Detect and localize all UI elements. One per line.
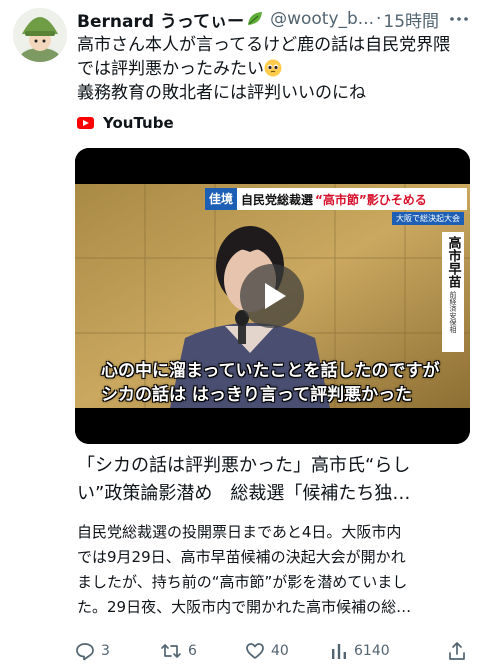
repost-count: 6 (188, 643, 197, 659)
tweet-header: Bernard うってぃー @wooty_b... · 15時間 (77, 6, 468, 32)
tweet-line: 高市さん本人が言ってるけど鹿の話は自民党界隈 (77, 35, 451, 55)
card-desc-line: た。29日夜、大阪市内で開かれた高市候補の総… (77, 598, 412, 616)
youtube-logo-icon (77, 117, 94, 129)
card-desc-line: では9月29日、高市早苗候補の決起大会が開かれ (77, 548, 406, 566)
reply-button[interactable]: 3 (75, 637, 110, 665)
link-card-description: 自民党総裁選の投開票日まであと4日。大阪市内 では9月29日、高市早苗候補の決起… (77, 520, 472, 620)
banner-text: 自民党総裁選 (241, 192, 314, 207)
views-count: 6140 (354, 643, 390, 659)
play-button[interactable] (240, 264, 304, 328)
tweet-text: 高市さん本人が言ってるけど鹿の話は自民党界隈 では評判悪かったみたい 義務教育の… (77, 33, 472, 105)
tweet-actions: 3 6 40 6140 (75, 637, 470, 665)
reply-icon (76, 643, 94, 661)
link-source-label: YouTube (103, 114, 174, 132)
side-name-strip: 高市早苗 前経済安保相 (442, 232, 464, 352)
card-desc-line: 自民党総裁選の投開票日まであと4日。大阪市内 (77, 523, 402, 541)
video-subtitle-1: 心の中に溜まっていたことを話したのですが (101, 361, 440, 381)
more-options-icon[interactable] (448, 10, 470, 28)
news-banner: 佳境 自民党総裁選 “高市節”影ひそめる (205, 188, 467, 210)
avatar[interactable] (13, 8, 67, 62)
video-thumbnail[interactable]: 佳境 自民党総裁選 “高市節”影ひそめる 大阪で総決起大会 高市早苗 前経済安保… (75, 148, 470, 444)
heart-icon (246, 643, 264, 659)
tweet-line-with-emoji: では評判悪かったみたい (77, 57, 472, 81)
repost-button[interactable]: 6 (160, 637, 197, 665)
banner-tag: 佳境 (205, 188, 238, 210)
repost-icon (161, 644, 181, 658)
reply-count: 3 (101, 643, 110, 659)
side-name: 高市早苗 (445, 236, 461, 288)
views-button[interactable]: 6140 (330, 637, 390, 665)
card-title-line: い”政策論影潜め 総裁選「候補たち独… (77, 483, 411, 504)
tweet-line: では評判悪かったみたい (77, 59, 264, 79)
card-desc-line: ましたが、持ち前の“高市節”が影を潜めていまし (77, 573, 408, 591)
share-icon (449, 642, 465, 660)
like-count: 40 (271, 643, 289, 659)
link-card-title[interactable]: 「シカの話は評判悪かった」高市氏“らし い”政策論影潜め 総裁選「候補たち独… (77, 452, 472, 508)
tweet-time[interactable]: 15時間 (383, 7, 439, 32)
like-button[interactable]: 40 (245, 637, 289, 665)
banner-subtitle: 大阪で総決起大会 (392, 212, 464, 225)
author-handle[interactable]: @wooty_b... (270, 9, 374, 29)
banner-highlight: “高市節”影ひそめる (315, 192, 427, 207)
leaf-emoji-icon (246, 10, 264, 28)
author-name[interactable]: Bernard うってぃー (77, 7, 244, 32)
side-title: 前経済安保相 (449, 291, 457, 333)
separator-dot: · (376, 9, 382, 29)
link-source[interactable]: YouTube (77, 114, 174, 132)
play-icon (265, 283, 286, 309)
card-title-line: 「シカの話は評判悪かった」高市氏“らし (77, 455, 411, 476)
pleading-face-emoji-icon (264, 59, 282, 77)
share-button[interactable] (447, 637, 473, 665)
views-chart-icon (332, 644, 346, 659)
avatar-image (13, 8, 67, 62)
tweet-line: 義務教育の敗北者には評判いいのにね (77, 83, 366, 103)
video-subtitle-2: シカの話は はっきり言って評判悪かった (101, 385, 413, 405)
